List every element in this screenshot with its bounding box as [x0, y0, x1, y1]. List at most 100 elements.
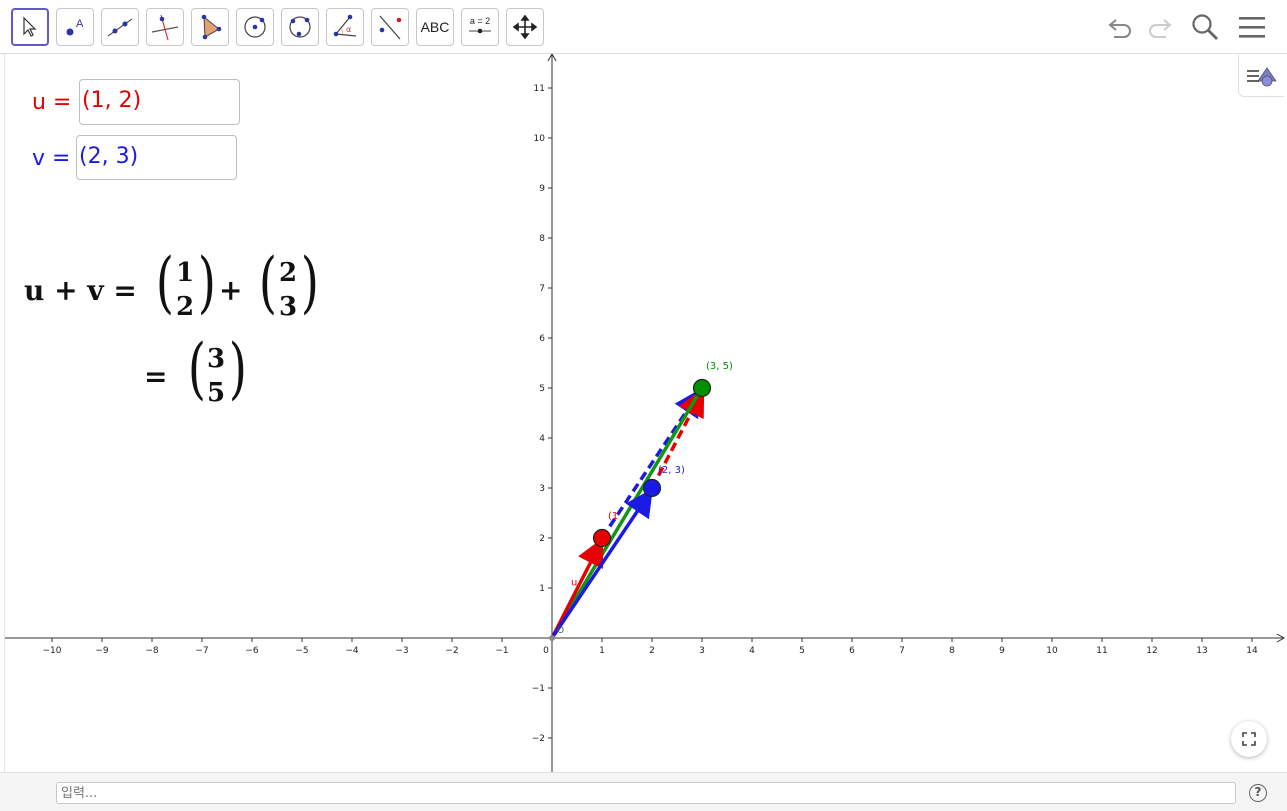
- angle-tool-button[interactable]: α: [326, 8, 364, 46]
- help-button[interactable]: ?: [1249, 784, 1267, 802]
- point-icon: A: [66, 18, 84, 36]
- vector-u: [550, 537, 604, 639]
- vector-v: [550, 488, 653, 639]
- search-icon: [1192, 14, 1218, 40]
- fullscreen-button[interactable]: [1231, 721, 1267, 757]
- circle-through-points-tool-button[interactable]: [281, 8, 319, 46]
- x-tick-label: −9: [95, 646, 109, 656]
- vector-sum: [550, 387, 704, 639]
- x-tick-label: 1: [599, 646, 605, 656]
- perpendicular-icon: [151, 14, 179, 41]
- point-tool-button[interactable]: A: [56, 8, 94, 46]
- slider-tool-label: a = 2: [470, 16, 490, 26]
- x-tick-label: −8: [145, 646, 159, 656]
- y-tick-label: 1: [539, 584, 545, 594]
- point-u-label: (1: [608, 511, 618, 522]
- paren-close: ): [197, 244, 216, 321]
- redo-button[interactable]: [1142, 10, 1176, 44]
- circle-tool-button[interactable]: [236, 8, 274, 46]
- x-tick-label: 4: [749, 646, 755, 656]
- undo-icon: [1108, 19, 1131, 38]
- point-v: [642, 478, 662, 498]
- y-tick-label: 6: [539, 334, 545, 344]
- y-tick-label: −1: [532, 684, 545, 694]
- cursor-arrow-icon: [23, 16, 37, 37]
- slider-icon: a = 2: [469, 16, 491, 34]
- vec-sum-2: 5: [207, 378, 226, 408]
- style-bar-toggle[interactable]: [1238, 55, 1284, 97]
- menu-button[interactable]: [1235, 10, 1269, 44]
- v-label-text: v =: [32, 146, 71, 171]
- origin-label: O: [557, 626, 564, 636]
- x-tick-label: 8: [949, 646, 955, 656]
- u-label: u =: [32, 90, 71, 115]
- formula-plus: +: [219, 274, 243, 307]
- x-tick-label: 11: [1096, 646, 1107, 656]
- paren-close: ): [228, 330, 247, 407]
- x-tick-label: −10: [43, 646, 62, 656]
- toolbar: A α ABC a = 2: [0, 0, 1287, 54]
- x-tick-label: 6: [849, 646, 855, 656]
- paren-close: ): [300, 244, 319, 321]
- perpendicular-line-tool-button[interactable]: [146, 8, 184, 46]
- y-tick-label: 2: [539, 534, 545, 544]
- u-label-text: u =: [32, 90, 72, 115]
- v-input-value: (2, 3): [79, 144, 139, 169]
- formula-lhs: u + v =: [24, 274, 137, 307]
- y-tick-label: 8: [539, 234, 545, 244]
- line-tool-button[interactable]: [101, 8, 139, 46]
- search-button[interactable]: [1188, 10, 1222, 44]
- text-tool-button[interactable]: ABC: [416, 8, 454, 46]
- y-tick-label: 4: [539, 434, 545, 444]
- vector-u-label: u: [571, 578, 577, 589]
- x-tick-label: −6: [245, 646, 259, 656]
- svg-text:α: α: [346, 25, 351, 34]
- vec-v-1: 2: [279, 258, 298, 288]
- x-tick-label: 9: [999, 646, 1005, 656]
- x-tick-label: 5: [799, 646, 805, 656]
- x-tick-label: −5: [295, 646, 308, 656]
- text-tool-label: ABC: [420, 19, 450, 35]
- u-input-value: (1, 2): [82, 88, 142, 113]
- paren-open: (: [155, 244, 174, 321]
- y-tick-label: 10: [534, 134, 546, 144]
- x-tick-label: 13: [1196, 646, 1207, 656]
- x-tick-label: 10: [1046, 646, 1058, 656]
- x-tick-label: −7: [195, 646, 208, 656]
- x-tick-label: 12: [1146, 646, 1157, 656]
- y-tick-label: 5: [539, 384, 545, 394]
- x-tick-label: −3: [395, 646, 408, 656]
- move-tool-button[interactable]: [11, 8, 49, 46]
- v-input-box[interactable]: (2, 3): [76, 135, 237, 180]
- angle-icon: α: [333, 14, 357, 37]
- reflect-tool-button[interactable]: [371, 8, 409, 46]
- x-tick-label: 14: [1246, 646, 1258, 656]
- point-u: [592, 528, 612, 548]
- menu-icon: [1239, 17, 1265, 38]
- redo-icon: [1149, 19, 1172, 38]
- undo-button[interactable]: [1104, 10, 1138, 44]
- vectors: [550, 387, 705, 639]
- point-sum-label: (3, 5): [706, 361, 733, 372]
- algebra-input-field[interactable]: [56, 782, 1236, 804]
- point-v-label: (2, 3): [658, 465, 685, 476]
- y-tick-label: 3: [539, 484, 545, 494]
- vec-v-2: 3: [279, 292, 298, 322]
- slider-tool-button[interactable]: a = 2: [461, 8, 499, 46]
- x-tick-label: 2: [649, 646, 655, 656]
- point-sum: [692, 378, 712, 398]
- x-tick-label: 3: [699, 646, 705, 656]
- u-input-box[interactable]: (1, 2): [79, 79, 240, 125]
- line-icon: [107, 18, 133, 37]
- y-tick-label: −2: [532, 734, 545, 744]
- x-tick-label: −2: [445, 646, 458, 656]
- y-tick-label: 9: [539, 184, 545, 194]
- polygon-tool-button[interactable]: [191, 8, 229, 46]
- move-graphics-view-tool-button[interactable]: [506, 8, 544, 46]
- fullscreen-icon: [1242, 732, 1256, 746]
- polygon-icon: [201, 14, 222, 40]
- circle-icon: [244, 16, 266, 38]
- circle-three-points-icon: [289, 16, 311, 38]
- paren-open: (: [187, 330, 206, 407]
- x-tick-label: 7: [899, 646, 905, 656]
